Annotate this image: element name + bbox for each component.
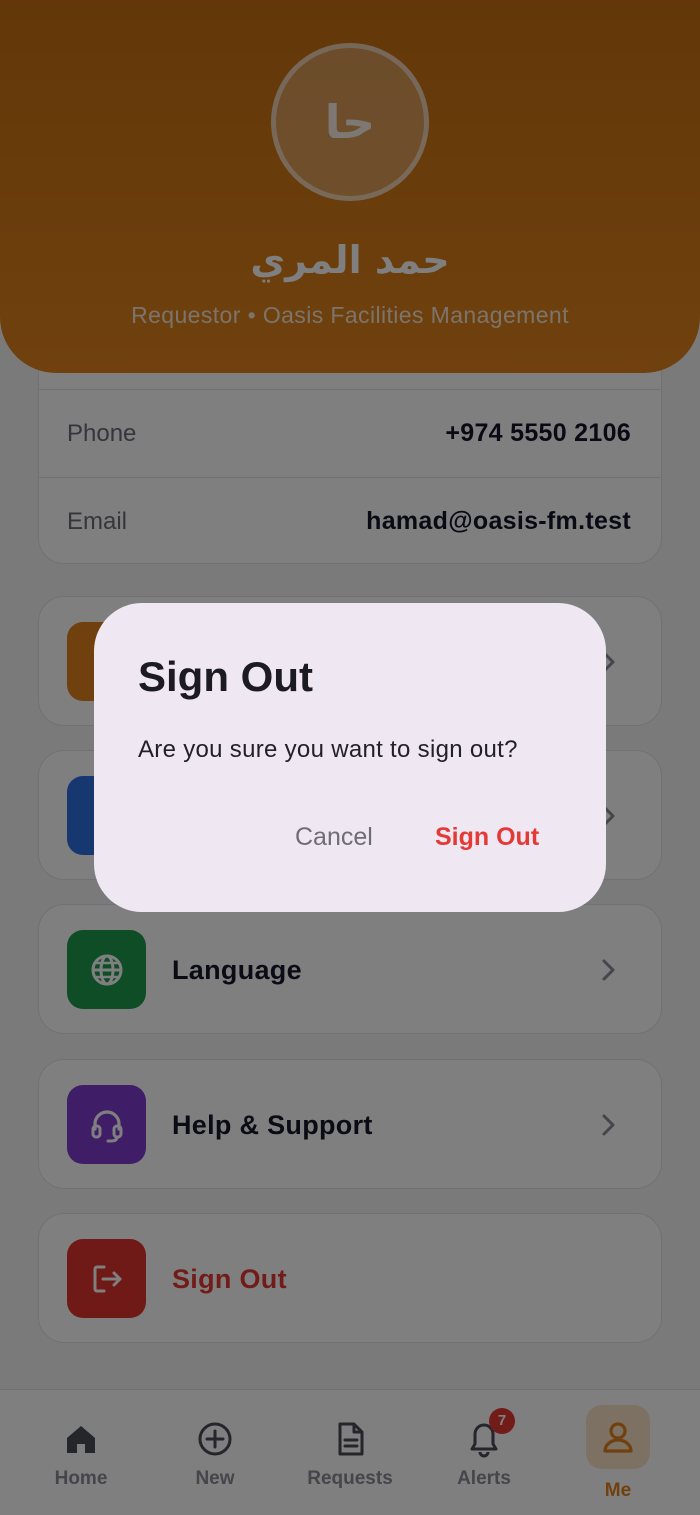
dialog-message: Are you sure you want to sign out? [138, 736, 518, 763]
dialog-title: Sign Out [138, 653, 313, 700]
cancel-button[interactable]: Cancel [295, 823, 373, 852]
sign-out-dialog: Sign Out Are you sure you want to sign o… [94, 603, 606, 912]
confirm-sign-out-button[interactable]: Sign Out [435, 823, 539, 852]
